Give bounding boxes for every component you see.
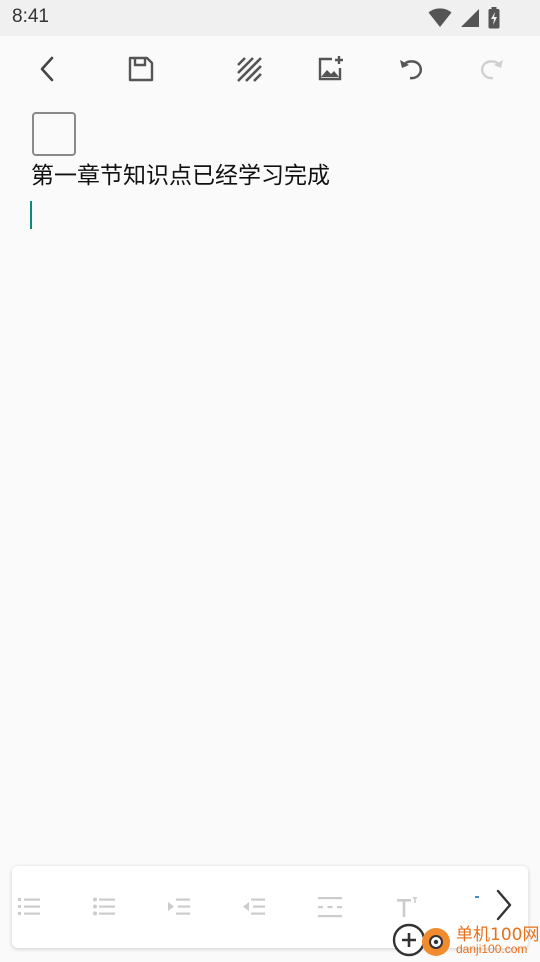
- save-icon: [127, 55, 155, 83]
- undo-button[interactable]: [394, 52, 428, 86]
- status-bar: 8:41: [0, 0, 540, 36]
- superscript-icon: [395, 895, 421, 919]
- outdent-icon: [241, 895, 267, 919]
- add-image-icon: [316, 55, 344, 83]
- background-pattern-button[interactable]: [232, 52, 266, 86]
- numbered-list-button[interactable]: [13, 892, 45, 922]
- horizontal-rule-icon: [317, 895, 343, 919]
- back-button[interactable]: [31, 52, 65, 86]
- save-button[interactable]: [124, 52, 158, 86]
- redo-button[interactable]: [475, 52, 509, 86]
- note-text[interactable]: 第一章节知识点已经学习完成: [31, 156, 330, 190]
- status-icons: [428, 7, 500, 29]
- outdent-button[interactable]: [238, 892, 270, 922]
- cell-signal-icon: [460, 8, 480, 28]
- task-checkbox[interactable]: [32, 112, 76, 156]
- hatch-pattern-icon: [235, 55, 263, 83]
- bullet-list-icon: [91, 895, 117, 919]
- insert-image-button[interactable]: [313, 52, 347, 86]
- watermark-logo-icon: [392, 922, 456, 958]
- watermark: 单机100网 danji100.com: [392, 918, 540, 960]
- status-time: 8:41: [12, 6, 49, 27]
- overflow-indicator: [475, 896, 479, 898]
- undo-icon: [397, 55, 425, 83]
- bullet-list-button[interactable]: [88, 892, 120, 922]
- indent-button[interactable]: [163, 892, 195, 922]
- wifi-icon: [428, 8, 452, 28]
- numbered-list-icon: [16, 895, 42, 919]
- battery-charging-icon: [488, 7, 500, 29]
- horizontal-rule-button[interactable]: [314, 892, 346, 922]
- editor-toolbar: [0, 36, 540, 102]
- redo-icon: [478, 55, 506, 83]
- text-cursor: [30, 201, 32, 229]
- chevron-left-icon: [38, 56, 58, 82]
- watermark-url: danji100.com: [456, 942, 528, 956]
- indent-icon: [166, 895, 192, 919]
